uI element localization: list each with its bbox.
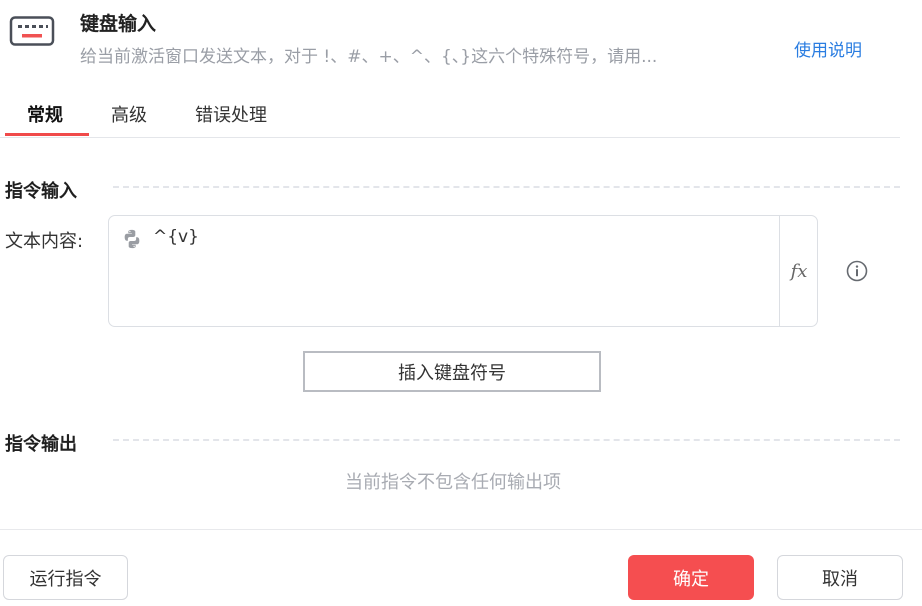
tab-general[interactable]: 常规 <box>27 101 63 127</box>
help-link[interactable]: 使用说明 <box>794 36 862 61</box>
fx-icon: fx <box>790 260 808 282</box>
tab-bar: 常规 高级 错误处理 <box>0 98 900 138</box>
section-divider <box>113 439 900 441</box>
output-section-title: 指令输出 <box>5 434 77 455</box>
text-content-value[interactable]: ^{v} <box>153 227 199 247</box>
insert-keyboard-symbol-button[interactable]: 插入键盘符号 <box>303 351 601 392</box>
footer-divider <box>0 529 922 530</box>
fx-button[interactable]: fx <box>780 216 818 326</box>
active-tab-indicator <box>5 133 89 136</box>
command-dialog: 键盘输入 给当前激活窗口发送文本，对于 !、#、+、^、{、}这六个特殊符号，请… <box>0 0 922 606</box>
empty-output-message: 当前指令不包含任何输出项 <box>345 472 561 493</box>
cancel-button[interactable]: 取消 <box>777 555 903 600</box>
input-section-title: 指令输入 <box>5 181 77 202</box>
text-content-input[interactable]: ^{v} fx <box>108 215 818 327</box>
run-command-button[interactable]: 运行指令 <box>3 555 128 600</box>
tab-advanced[interactable]: 高级 <box>111 101 147 127</box>
info-icon[interactable] <box>845 259 869 283</box>
section-divider <box>113 186 900 188</box>
keyboard-icon <box>9 16 55 46</box>
text-content-label: 文本内容: <box>5 231 84 252</box>
ok-button[interactable]: 确定 <box>628 555 754 600</box>
dialog-description: 给当前激活窗口发送文本，对于 !、#、+、^、{、}这六个特殊符号，请用... <box>80 47 658 67</box>
tab-error-handling[interactable]: 错误处理 <box>195 101 267 127</box>
python-icon <box>124 229 140 249</box>
dialog-title: 键盘输入 <box>80 13 157 35</box>
